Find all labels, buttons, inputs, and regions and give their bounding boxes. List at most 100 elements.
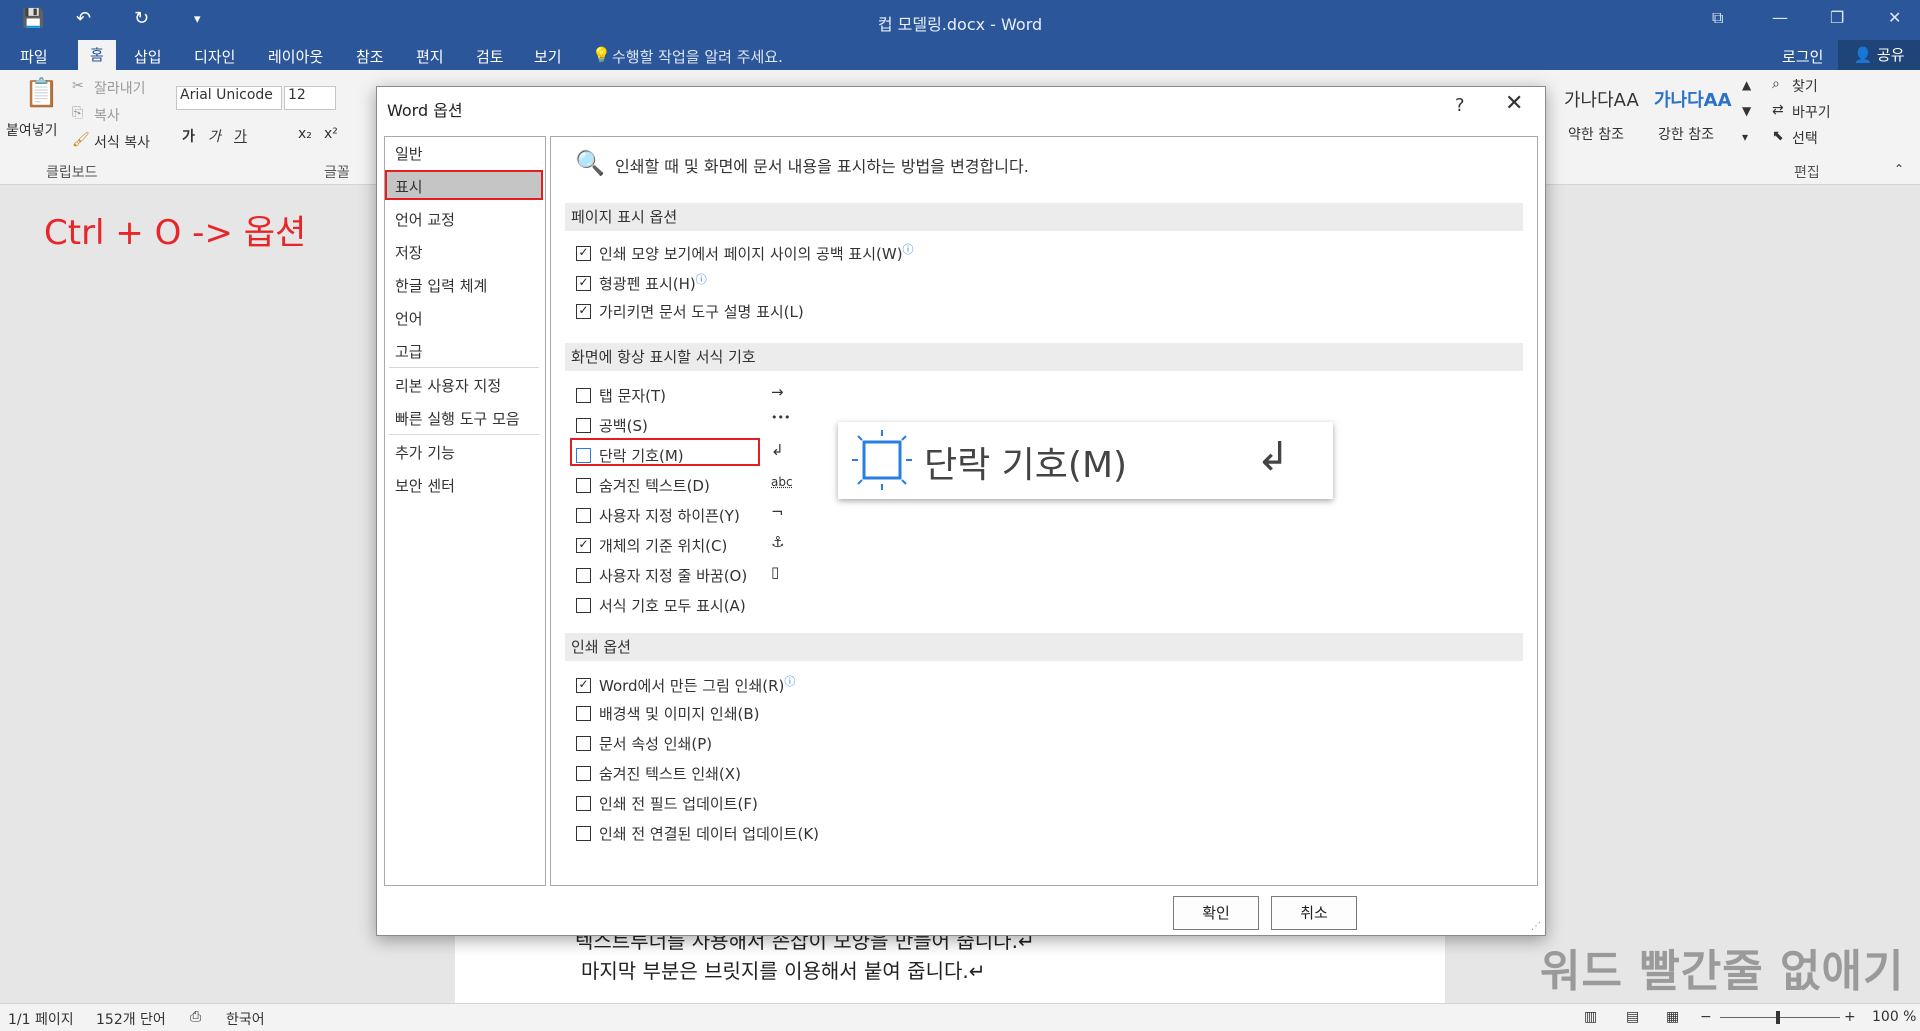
option-optional-hyphens[interactable]: 사용자 지정 하이픈(Y) bbox=[576, 505, 740, 526]
replace-button[interactable]: 바꾸기 bbox=[1792, 102, 1831, 122]
option-optional-breaks[interactable]: 사용자 지정 줄 바꿈(O) bbox=[576, 565, 747, 586]
print-layout-icon[interactable]: ▤ bbox=[1626, 1009, 1639, 1025]
web-layout-icon[interactable]: ▦ bbox=[1666, 1009, 1679, 1025]
tab-references[interactable]: 참조 bbox=[356, 46, 384, 67]
ribbon-display-options-icon[interactable]: ⧉ bbox=[1712, 8, 1723, 28]
cut-label[interactable]: 잘라내기 bbox=[94, 78, 146, 98]
option-print-drawings[interactable]: Word에서 만든 그림 인쇄(R)ⓘ bbox=[576, 673, 795, 696]
close-window-icon[interactable]: ✕ bbox=[1888, 8, 1901, 27]
option-print-background[interactable]: 배경색 및 이미지 인쇄(B) bbox=[576, 703, 760, 724]
tab-design[interactable]: 디자인 bbox=[194, 46, 235, 67]
option-label: 문서 속성 인쇄(P) bbox=[599, 735, 713, 753]
option-update-linked-data[interactable]: 인쇄 전 연결된 데이터 업데이트(K) bbox=[576, 823, 819, 844]
subscript-icon[interactable]: x₂ bbox=[298, 126, 312, 142]
nav-item-proofing[interactable]: 언어 교정 bbox=[395, 209, 455, 230]
nav-item-add-ins[interactable]: 추가 기능 bbox=[395, 442, 455, 463]
word-count[interactable]: 152개 단어 bbox=[96, 1009, 166, 1029]
tab-review[interactable]: 검토 bbox=[476, 46, 504, 67]
checkbox[interactable] bbox=[576, 826, 591, 841]
option-hidden-text[interactable]: 숨겨진 텍스트(D) bbox=[576, 475, 710, 496]
option-tab-characters[interactable]: 탭 문자(T) bbox=[576, 385, 666, 406]
styles-scroll-down-icon[interactable]: ▼ bbox=[1742, 104, 1751, 118]
nav-item-trust-center[interactable]: 보안 센터 bbox=[395, 475, 455, 496]
checkbox[interactable] bbox=[576, 388, 591, 403]
style-intense-reference-sample[interactable]: 가나다AA bbox=[1654, 86, 1732, 112]
share-button[interactable]: 👤 공유 bbox=[1838, 40, 1920, 70]
tab-home[interactable]: 홈 bbox=[78, 40, 116, 70]
nav-item-korean-input[interactable]: 한글 입력 체계 bbox=[395, 275, 487, 296]
checkbox[interactable] bbox=[576, 246, 591, 261]
restore-icon[interactable]: ❐ bbox=[1830, 8, 1844, 27]
ok-button[interactable]: 확인 bbox=[1173, 896, 1259, 930]
option-update-fields[interactable]: 인쇄 전 필드 업데이트(F) bbox=[576, 793, 758, 814]
zoom-level[interactable]: 100 % bbox=[1872, 1009, 1916, 1025]
option-print-properties[interactable]: 문서 속성 인쇄(P) bbox=[576, 733, 712, 754]
nav-item-language[interactable]: 언어 bbox=[395, 308, 423, 329]
checkbox[interactable] bbox=[576, 796, 591, 811]
display-page-icon: 🔍 bbox=[575, 149, 605, 177]
nav-item-quick-access[interactable]: 빠른 실행 도구 모음 bbox=[395, 408, 520, 429]
checkbox[interactable] bbox=[576, 418, 591, 433]
checkbox[interactable] bbox=[576, 276, 591, 291]
checkbox[interactable] bbox=[576, 538, 591, 553]
find-button[interactable]: 찾기 bbox=[1792, 76, 1818, 96]
minimize-icon[interactable]: — bbox=[1772, 8, 1788, 27]
title-bar: 💾 ↶ ↻ ▾ 컵 모델링.docx - Word ⧉ — ❐ ✕ bbox=[0, 0, 1920, 40]
checkbox[interactable] bbox=[576, 568, 591, 583]
styles-more-icon[interactable]: ▾ bbox=[1742, 130, 1748, 144]
paste-icon[interactable]: 📋 bbox=[24, 76, 59, 109]
help-button[interactable]: ? bbox=[1455, 95, 1465, 116]
proofing-icon[interactable]: ⎙ bbox=[190, 1009, 201, 1025]
underline-icon[interactable]: 가 bbox=[234, 126, 247, 146]
zoom-in-icon[interactable]: + bbox=[1844, 1009, 1856, 1025]
checkbox[interactable] bbox=[576, 508, 591, 523]
zoom-slider[interactable] bbox=[1720, 1017, 1840, 1018]
read-mode-icon[interactable]: ▥ bbox=[1584, 1009, 1597, 1025]
nav-item-customize-ribbon[interactable]: 리본 사용자 지정 bbox=[395, 375, 501, 396]
copy-label[interactable]: 복사 bbox=[94, 105, 120, 125]
nav-item-general[interactable]: 일반 bbox=[395, 143, 423, 164]
option-show-whitespace[interactable]: 인쇄 모양 보기에서 페이지 사이의 공백 표시(W)ⓘ bbox=[576, 241, 914, 264]
cancel-button[interactable]: 취소 bbox=[1271, 896, 1357, 930]
option-spaces[interactable]: 공백(S) bbox=[576, 415, 648, 436]
nav-item-save[interactable]: 저장 bbox=[395, 242, 423, 263]
option-show-all-marks[interactable]: 서식 기호 모두 표시(A) bbox=[576, 595, 746, 616]
checkbox[interactable] bbox=[576, 766, 591, 781]
option-print-hidden-text[interactable]: 숨겨진 텍스트 인쇄(X) bbox=[576, 763, 741, 784]
bold-icon[interactable]: 가 bbox=[182, 126, 195, 146]
select-button[interactable]: 선택 bbox=[1792, 128, 1818, 148]
tell-me-box[interactable]: 수행할 작업을 알려 주세요. bbox=[612, 46, 783, 67]
format-painter-label[interactable]: 서식 복사 bbox=[94, 132, 150, 152]
checkbox[interactable] bbox=[576, 598, 591, 613]
tab-mailings[interactable]: 편지 bbox=[416, 46, 444, 67]
tab-insert[interactable]: 삽입 bbox=[134, 46, 162, 67]
option-show-tooltips[interactable]: 가리키면 문서 도구 설명 표시(L) bbox=[576, 301, 804, 322]
zoom-out-icon[interactable]: − bbox=[1700, 1009, 1712, 1025]
style-subtle-reference-sample[interactable]: 가나다AA bbox=[1564, 86, 1639, 112]
paste-label[interactable]: 붙여넣기 bbox=[6, 120, 58, 140]
styles-scroll-up-icon[interactable]: ▲ bbox=[1742, 78, 1751, 92]
checkbox[interactable] bbox=[576, 678, 591, 693]
page-count[interactable]: 1/1 페이지 bbox=[8, 1009, 74, 1029]
nav-item-advanced[interactable]: 고급 bbox=[395, 341, 423, 362]
language-indicator[interactable]: 한국어 bbox=[226, 1009, 265, 1029]
option-object-anchors[interactable]: 개체의 기준 위치(C) bbox=[576, 535, 727, 556]
close-icon[interactable]: ✕ bbox=[1505, 91, 1523, 116]
italic-icon[interactable]: 가 bbox=[208, 126, 221, 146]
tab-file[interactable]: 파일 bbox=[20, 46, 48, 67]
checkbox[interactable] bbox=[576, 478, 591, 493]
superscript-icon[interactable]: x² bbox=[324, 126, 338, 142]
checkbox[interactable] bbox=[576, 304, 591, 319]
zoom-slider-thumb[interactable] bbox=[1776, 1011, 1780, 1024]
option-show-highlighter[interactable]: 형광펜 표시(H)ⓘ bbox=[576, 271, 707, 294]
checkbox[interactable] bbox=[576, 736, 591, 751]
login-link[interactable]: 로그인 bbox=[1782, 46, 1823, 67]
tab-layout[interactable]: 레이아웃 bbox=[268, 46, 323, 67]
resize-grip-icon[interactable]: ⋰ bbox=[1531, 921, 1541, 932]
font-name-select[interactable]: Arial Unicode bbox=[176, 86, 282, 110]
font-size-select[interactable]: 12 bbox=[284, 86, 336, 110]
collapse-ribbon-icon[interactable]: ⌃ bbox=[1894, 162, 1904, 176]
checkbox[interactable] bbox=[576, 706, 591, 721]
nav-item-display[interactable]: 표시 bbox=[395, 176, 423, 197]
tab-view[interactable]: 보기 bbox=[534, 46, 562, 67]
